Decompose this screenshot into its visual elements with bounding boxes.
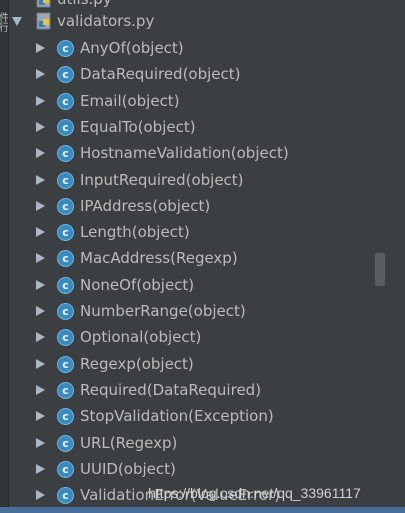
expand-arrow-icon[interactable] xyxy=(36,43,45,53)
tree-item-label: AnyOf(object) xyxy=(80,39,184,57)
class-icon: c xyxy=(57,408,74,426)
expand-arrow-icon[interactable] xyxy=(36,121,45,132)
tree-item-class[interactable]: c InputRequired(object) xyxy=(8,167,405,193)
tree-item-label: URL(Regexp) xyxy=(80,433,178,452)
tree-item-label: UUID(object) xyxy=(80,459,176,478)
tree-item-class[interactable]: c StopValidation(Exception) xyxy=(8,403,405,429)
class-icon: c xyxy=(57,66,74,84)
python-file-icon xyxy=(36,0,51,8)
expand-arrow-icon[interactable] xyxy=(36,490,45,501)
expand-arrow-icon[interactable] xyxy=(36,463,45,474)
selection-bar xyxy=(0,507,405,513)
class-icon: c xyxy=(57,329,74,347)
expand-arrow-icon[interactable] xyxy=(36,148,45,159)
tree-item-class[interactable]: c EqualTo(object) xyxy=(8,114,405,140)
tree-item-label: Required(DataRequired) xyxy=(80,380,262,399)
tree-item-label: StopValidation(Exception) xyxy=(80,407,274,426)
tree-item-class[interactable]: c Length(object) xyxy=(8,219,405,245)
class-icon: c xyxy=(57,355,74,373)
class-icon: c xyxy=(57,303,74,320)
tree-item-class[interactable]: c URL(Regexp) xyxy=(8,430,405,456)
expand-arrow-icon[interactable] xyxy=(36,69,45,80)
tree-item-class[interactable]: c MacAddress(Regexp) xyxy=(8,245,405,271)
tree-item-label: Length(object) xyxy=(80,223,190,242)
class-icon: c xyxy=(57,171,74,189)
class-icon: c xyxy=(57,92,74,110)
expand-arrow-icon[interactable] xyxy=(36,332,45,343)
side-tool-label-2[interactable]: 行 xyxy=(0,22,8,35)
expand-arrow-icon[interactable] xyxy=(36,279,45,290)
expand-arrow-icon[interactable] xyxy=(36,358,45,369)
tree-item-class[interactable]: c NoneOf(object) xyxy=(8,272,405,298)
tree-item-label: EqualTo(object) xyxy=(80,117,196,136)
tree-item-label: HostnameValidation(object) xyxy=(80,144,289,163)
class-icon: c xyxy=(57,487,74,505)
class-icon: c xyxy=(57,460,74,478)
vertical-scrollbar-thumb[interactable] xyxy=(375,253,385,286)
tree-item-class[interactable]: c IPAddress(object) xyxy=(8,193,405,219)
tree-item-label: utils.py xyxy=(57,0,112,8)
expand-arrow-icon[interactable] xyxy=(36,384,45,395)
class-icon: c xyxy=(57,224,74,242)
tree-item-class[interactable]: c NumberRange(object) xyxy=(8,298,405,324)
tree-item-label: Optional(object) xyxy=(80,328,202,347)
class-icon: c xyxy=(57,381,74,399)
tree-item-class[interactable]: c HostnameValidation(object) xyxy=(8,140,405,166)
expand-arrow-icon[interactable] xyxy=(36,253,45,264)
tree-item-class[interactable]: c UUID(object) xyxy=(8,456,405,482)
expand-arrow-icon[interactable] xyxy=(36,306,45,316)
tree-item-label: DataRequired(object) xyxy=(80,65,241,84)
class-icon: c xyxy=(57,145,74,163)
tree-item-label: validators.py xyxy=(57,12,155,30)
watermark-text: https://blog.csdn.net/qq_33961117 xyxy=(148,485,361,501)
class-icon: c xyxy=(57,250,74,268)
collapse-arrow-icon[interactable] xyxy=(12,17,22,26)
tree-item-label: Regexp(object) xyxy=(80,354,194,373)
tree-item-module[interactable]: validators.py xyxy=(8,8,405,34)
tree-item-class[interactable]: c Regexp(object) xyxy=(8,351,405,377)
tree-item-class[interactable]: c Email(object) xyxy=(8,88,405,114)
tree-item-label: NoneOf(object) xyxy=(80,275,195,294)
class-icon: c xyxy=(57,40,74,57)
tree-item-class[interactable]: c AnyOf(object) xyxy=(8,35,405,61)
expand-arrow-icon[interactable] xyxy=(36,200,45,211)
class-icon: c xyxy=(57,197,74,215)
class-icon: c xyxy=(57,434,74,452)
tree-item-class[interactable]: c DataRequired(object) xyxy=(8,61,405,87)
tree-item-label: NumberRange(object) xyxy=(80,302,246,320)
class-icon: c xyxy=(57,118,74,136)
tree-item-class[interactable]: c Required(DataRequired) xyxy=(8,377,405,403)
expand-arrow-icon[interactable] xyxy=(36,227,45,238)
project-tree-panel: 件 行 utils.py validators.py cAnyOf(object… xyxy=(0,0,405,513)
expand-arrow-icon[interactable] xyxy=(36,174,45,185)
expand-arrow-icon[interactable] xyxy=(36,437,45,448)
tree-item-label: IPAddress(object) xyxy=(80,196,211,215)
tree-item-label: MacAddress(Regexp) xyxy=(80,249,238,268)
class-icon: c xyxy=(57,276,74,294)
tree-item-label: InputRequired(object) xyxy=(80,170,244,189)
expand-arrow-icon[interactable] xyxy=(36,95,45,106)
python-file-icon xyxy=(36,12,51,30)
expand-arrow-icon[interactable] xyxy=(36,411,45,422)
tree-item-class[interactable]: c Optional(object) xyxy=(8,324,405,350)
tree-item-label: Email(object) xyxy=(80,91,180,110)
